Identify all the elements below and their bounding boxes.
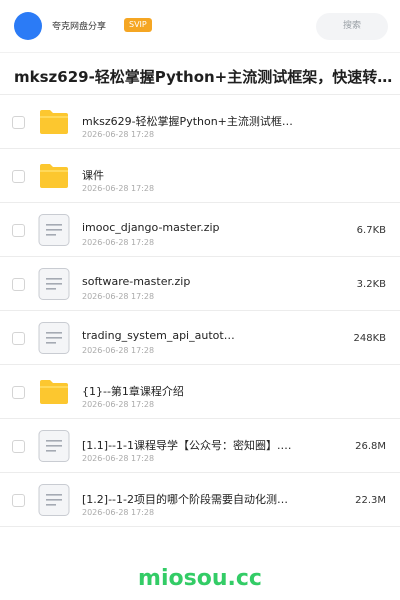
file-date: 2026-06-28 17:28: [82, 400, 155, 409]
file-size: 22.3M: [355, 495, 386, 506]
file-date: 2026-06-28 17:28: [82, 184, 155, 193]
row-checkbox[interactable]: [12, 116, 25, 129]
file-name: {1}--第1章课程介绍: [82, 385, 184, 398]
file-name: [1.2]--1-2项目的哪个阶段需要自动化测试？.mp4: [82, 493, 296, 506]
list-item[interactable]: imooc_django-master.zip 2026-06-28 17:28…: [0, 203, 400, 257]
file-name: mksz629-轻松掌握Python+主流测试框架，快速转型自动化测试: [82, 115, 296, 128]
file-list: mksz629-轻松掌握Python+主流测试框架，快速转型自动化测试 2026…: [0, 95, 400, 527]
list-item[interactable]: [1.2]--1-2项目的哪个阶段需要自动化测试？.mp4 2026-06-28…: [0, 473, 400, 527]
document-icon: [38, 484, 70, 516]
file-size: 3.2KB: [356, 279, 386, 290]
vip-badge: SVIP: [124, 18, 152, 32]
row-checkbox[interactable]: [12, 494, 25, 507]
file-date: 2026-06-28 17:28: [82, 508, 155, 517]
document-icon: [38, 430, 70, 462]
file-name: trading_system_api_autotest-master.zip: [82, 329, 236, 342]
document-icon: [38, 268, 70, 300]
watermark: miosou.cc: [138, 566, 262, 591]
app-name: 夸克网盘分享: [52, 22, 107, 32]
file-size: 26.8M: [355, 441, 386, 452]
list-item[interactable]: trading_system_api_autotest-master.zip 2…: [0, 311, 400, 365]
file-date: 2026-06-28 17:28: [82, 346, 155, 355]
row-checkbox[interactable]: [12, 278, 25, 291]
row-checkbox[interactable]: [12, 170, 25, 183]
file-date: 2026-06-28 17:28: [82, 292, 155, 301]
list-item[interactable]: software-master.zip 2026-06-28 17:28 3.2…: [0, 257, 400, 311]
share-header: 夸克网盘分享 SVIP 搜索: [0, 0, 400, 52]
folder-icon: [40, 110, 68, 134]
document-icon: [38, 214, 70, 246]
row-checkbox[interactable]: [12, 386, 25, 399]
list-item[interactable]: mksz629-轻松掌握Python+主流测试框架，快速转型自动化测试 2026…: [0, 95, 400, 149]
file-date: 2026-06-28 17:28: [82, 454, 155, 463]
folder-icon: [40, 164, 68, 188]
folder-icon: [40, 380, 68, 404]
list-item[interactable]: [1.1]--1-1课程导学【公众号：密知圈】.mp4 2026-06-28 1…: [0, 419, 400, 473]
file-size: 6.7KB: [356, 225, 386, 236]
file-date: 2026-06-28 17:28: [82, 238, 155, 247]
header-divider: [0, 52, 400, 53]
page-title: mksz629-轻松掌握Python+主流测试框架，快速转型自动化测试: [14, 68, 400, 86]
list-item[interactable]: {1}--第1章课程介绍 2026-06-28 17:28: [0, 365, 400, 419]
file-name: [1.1]--1-1课程导学【公众号：密知圈】.mp4: [82, 439, 296, 452]
avatar[interactable]: [14, 12, 42, 40]
file-name: software-master.zip: [82, 275, 191, 288]
document-icon: [38, 322, 70, 354]
row-checkbox[interactable]: [12, 332, 25, 345]
file-name: imooc_django-master.zip: [82, 221, 220, 234]
row-checkbox[interactable]: [12, 224, 25, 237]
file-name: 课件: [82, 169, 104, 182]
row-checkbox[interactable]: [12, 440, 25, 453]
file-date: 2026-06-28 17:28: [82, 130, 155, 139]
search-button[interactable]: 搜索: [316, 13, 388, 40]
list-item[interactable]: 课件 2026-06-28 17:28: [0, 149, 400, 203]
file-size: 248KB: [353, 333, 386, 344]
